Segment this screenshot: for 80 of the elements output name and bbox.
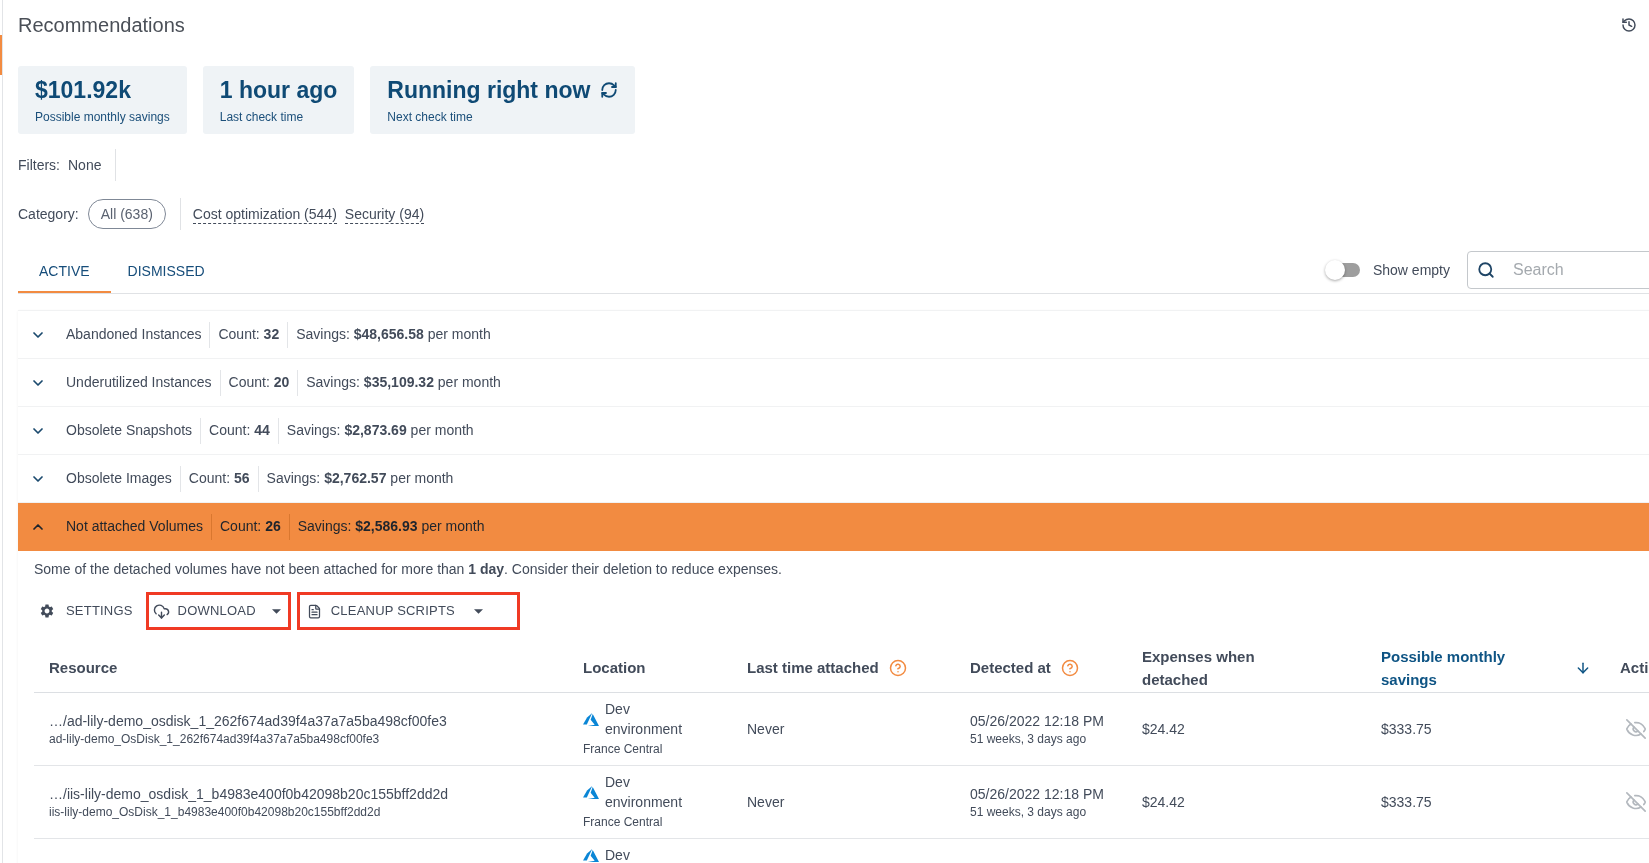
column-header[interactable]: Acti	[1620, 656, 1649, 679]
cloud-download-icon	[152, 602, 170, 620]
nav-indicator	[0, 35, 2, 75]
resource-path: …/ad-lily-demo_osdisk_1_262f674ad39f4a37a7a5ba498cf00fe3	[49, 711, 448, 731]
expenses-amount: $24.42	[1142, 720, 1186, 739]
last-attached-text: Never	[747, 720, 786, 739]
category-label: Category:	[18, 204, 79, 224]
column-header[interactable]: Last time attached	[747, 656, 879, 679]
description-text: Some of the detached volumes have not been attached for more than 1 day. Consider their deletion to reduce expenses.	[34, 560, 783, 579]
accordion-row[interactable]: Abandoned Instances Count: 32 Savings: $48,656.58 per month	[18, 311, 1649, 359]
accordion-row[interactable]: Obsolete Snapshots Count: 44 Savings: $2,873.69 per month	[18, 407, 1649, 455]
settings-button[interactable]: SETTINGS	[34, 592, 140, 630]
azure-logo-icon	[583, 712, 599, 726]
region-text: France Central	[583, 814, 664, 831]
accordion-row[interactable]: Obsolete Images Count: 56 Savings: $2,762.57 per month	[18, 455, 1649, 503]
page-title: Recommendations	[18, 13, 185, 37]
resource-name: ad-lily-demo_OsDisk_1_262f674ad39f4a37a7a5ba498cf00fe3	[49, 730, 381, 748]
savings-amount: $333.75	[1381, 793, 1433, 812]
accordion-row[interactable]: Not attached Volumes Count: 26 Savings: $2,586.93 per month	[18, 503, 1649, 551]
group-savings: Savings: $2,586.93 per month	[297, 517, 485, 536]
group-savings: Savings: $2,762.57 per month	[266, 469, 454, 488]
stat-value: 1 hour ago	[219, 76, 338, 105]
group-count: Count: 20	[228, 373, 290, 392]
resource-name: iis-lily-demo_OsDisk_1_b4983e400f0b42098b20c155bff2dd2d	[49, 803, 382, 821]
tab[interactable]: ACTIVE	[18, 251, 111, 293]
column-header[interactable]: Expenses when detached	[1142, 644, 1267, 691]
column-header[interactable]: Possible monthly savings	[1381, 644, 1516, 691]
azure-logo-icon	[583, 848, 599, 862]
group-count: Count: 56	[188, 469, 250, 488]
help-icon[interactable]	[1060, 658, 1079, 677]
group-title: Underutilized Instances	[66, 373, 212, 392]
column-header[interactable]: Location	[583, 656, 646, 679]
detected-ago-text: 51 weeks, 3 days ago	[970, 730, 1088, 748]
savings-amount: $333.75	[1381, 720, 1433, 739]
filters-value: None	[68, 155, 102, 175]
group-title: Obsolete Images	[66, 469, 172, 488]
group-savings: Savings: $2,873.69 per month	[286, 421, 474, 440]
location-name: Dev environment	[605, 700, 684, 739]
stat-value: Running right now	[387, 76, 591, 105]
eye-off-icon[interactable]	[1625, 718, 1647, 740]
history-icon[interactable]	[1621, 17, 1637, 33]
download-button[interactable]: DOWNLOAD	[145, 592, 291, 630]
column-header[interactable]: Detected at	[970, 656, 1051, 679]
expenses-amount: $24.42	[1142, 793, 1186, 812]
stat-label: Last check time	[219, 109, 305, 125]
stat-value: $101.92k	[35, 76, 131, 105]
eye-off-icon[interactable]	[1625, 791, 1647, 813]
group-title: Not attached Volumes	[66, 517, 203, 536]
resource-path: …/iis-lily-demo_osdisk_1_b4983e400f0b42098b20c155bff2dd2d	[49, 784, 450, 804]
help-icon[interactable]	[888, 658, 907, 677]
category-option[interactable]: Security (94)	[344, 204, 425, 224]
tab[interactable]: DISMISSED	[110, 251, 222, 293]
column-header[interactable]: Resource	[49, 656, 118, 679]
group-savings: Savings: $48,656.58 per month	[296, 325, 491, 344]
group-title: Abandoned Instances	[66, 325, 202, 344]
detected-ago-text: 51 weeks, 3 days ago	[970, 803, 1088, 821]
toggle-switch[interactable]	[1324, 260, 1362, 280]
search-icon	[1477, 261, 1495, 279]
document-icon	[306, 603, 322, 619]
stat-label: Possible monthly savings	[35, 109, 170, 125]
stat-label: Next check time	[387, 109, 474, 125]
group-title: Obsolete Snapshots	[66, 421, 193, 440]
last-attached-text: Never	[747, 793, 786, 812]
gear-icon	[39, 603, 55, 619]
group-savings: Savings: $35,109.32 per month	[306, 373, 501, 392]
group-count: Count: 32	[218, 325, 280, 344]
detected-date: 05/26/2022 12:18 PM	[970, 711, 1105, 731]
group-count: Count: 44	[209, 421, 270, 440]
region-text: France Central	[583, 741, 664, 758]
location-name: Dev environment	[605, 773, 684, 812]
detected-date: 05/26/2022 12:18 PM	[970, 784, 1105, 804]
toggle-label: Show empty	[1372, 260, 1450, 280]
accordion-row[interactable]: Underutilized Instances Count: 20 Savings: $35,109.32 per month	[18, 359, 1649, 407]
location-name: Dev	[605, 846, 631, 863]
category-option[interactable]: Cost optimization (544)	[192, 204, 337, 224]
filters-label: Filters:	[18, 155, 60, 175]
scripts-button[interactable]: CLEANUP SCRIPTS	[296, 592, 520, 630]
azure-logo-icon	[583, 785, 599, 799]
search-field[interactable]: Search	[1467, 251, 1649, 289]
group-count: Count: 26	[220, 517, 281, 536]
